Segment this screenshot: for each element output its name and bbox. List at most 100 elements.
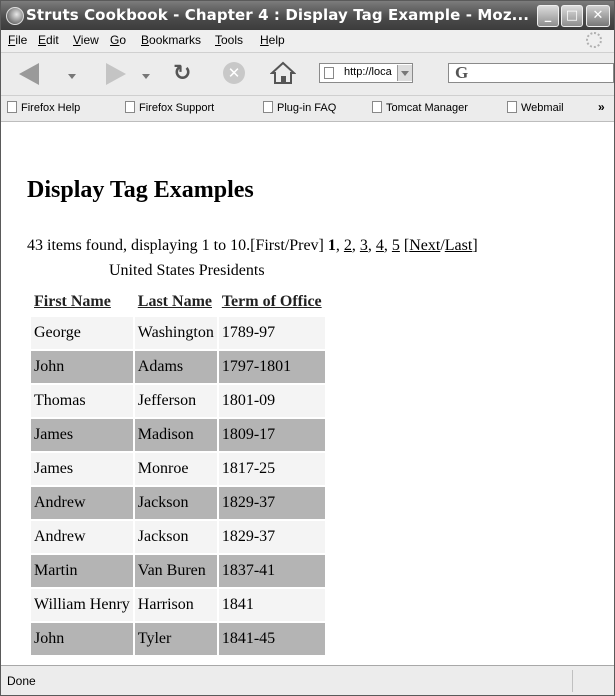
menu-help[interactable]: Help xyxy=(260,33,285,47)
bookmark-plugin-faq[interactable]: Plug-in FAQ xyxy=(263,101,336,114)
firefox-icon xyxy=(6,7,24,25)
cell-term: 1837-41 xyxy=(218,555,325,587)
cell-first-name: James xyxy=(31,453,133,485)
page-icon xyxy=(507,101,517,113)
cell-last-name: Tyler xyxy=(134,623,217,655)
page-link-4[interactable]: 4 xyxy=(376,237,384,254)
back-arrow-icon[interactable] xyxy=(19,63,39,85)
cell-term: 1817-25 xyxy=(218,453,325,485)
table-row: John Adams 1797-1801 xyxy=(31,351,325,383)
bookmark-tomcat-manager[interactable]: Tomcat Manager xyxy=(372,101,468,114)
column-header-term[interactable]: Term of Office xyxy=(219,289,325,315)
bookmark-label: Plug-in FAQ xyxy=(277,102,337,114)
page-content: Display Tag Examples 43 items found, dis… xyxy=(1,122,614,665)
column-header-last-name[interactable]: Last Name xyxy=(135,289,217,315)
first-prev-text: [First/Prev] xyxy=(250,237,324,254)
search-bar[interactable]: G xyxy=(448,63,614,83)
last-link[interactable]: Last xyxy=(445,237,473,254)
cell-first-name: Martin xyxy=(31,555,133,587)
google-search-icon[interactable]: G xyxy=(455,63,468,83)
status-divider xyxy=(572,670,573,692)
navigation-toolbar: ↻ ✕ http://loca G xyxy=(1,53,614,96)
close-icon: ✕ xyxy=(592,8,604,23)
chevron-down-icon xyxy=(401,71,409,76)
bookmark-label: Firefox Support xyxy=(139,102,215,114)
back-history-dropdown-icon[interactable] xyxy=(68,74,76,79)
cell-term: 1829-37 xyxy=(218,487,325,519)
table-row: Andrew Jackson 1829-37 xyxy=(31,521,325,553)
page-title: Display Tag Examples xyxy=(27,177,254,203)
cell-first-name: William Henry xyxy=(31,589,133,621)
forward-history-dropdown-icon[interactable] xyxy=(142,74,150,79)
cell-last-name: Washington xyxy=(134,317,217,349)
menu-tools[interactable]: Tools xyxy=(215,33,243,47)
bookmark-webmail[interactable]: Webmail xyxy=(507,101,564,114)
table-row: Thomas Jefferson 1801-09 xyxy=(31,385,325,417)
cell-term: 1797-1801 xyxy=(218,351,325,383)
bookmarks-toolbar: Firefox Help Firefox Support Plug-in FAQ… xyxy=(1,96,614,122)
page-link-5[interactable]: 5 xyxy=(392,237,400,254)
page-icon xyxy=(263,101,273,113)
page-link-3[interactable]: 3 xyxy=(360,237,368,254)
cell-first-name: Andrew xyxy=(31,487,133,519)
throbber-icon xyxy=(586,32,602,48)
next-link[interactable]: Next xyxy=(409,237,440,254)
page-link-2[interactable]: 2 xyxy=(344,237,352,254)
cell-term: 1789-97 xyxy=(218,317,325,349)
presidents-table: First Name Last Name Term of Office Geor… xyxy=(29,287,327,657)
home-icon[interactable] xyxy=(269,61,297,85)
menu-go[interactable]: Go xyxy=(110,33,126,47)
forward-arrow-icon[interactable] xyxy=(106,63,126,85)
stop-icon[interactable]: ✕ xyxy=(223,62,245,84)
table-row: Martin Van Buren 1837-41 xyxy=(31,555,325,587)
minimize-icon: _ xyxy=(544,8,552,23)
cell-first-name: Thomas xyxy=(31,385,133,417)
menu-bookmarks[interactable]: Bookmarks xyxy=(141,33,201,47)
cell-last-name: Jackson xyxy=(134,487,217,519)
bookmarks-overflow-icon[interactable]: » xyxy=(598,100,605,114)
bookmark-label: Tomcat Manager xyxy=(386,102,468,114)
cell-last-name: Jackson xyxy=(134,521,217,553)
menu-file[interactable]: File xyxy=(8,33,27,47)
window-title: Struts Cookbook - Chapter 4 : Display Ta… xyxy=(26,6,530,24)
table-row: James Madison 1809-17 xyxy=(31,419,325,451)
table-header-row: First Name Last Name Term of Office xyxy=(31,289,325,315)
table-body: George Washington 1789-97 John Adams 1797-180… xyxy=(31,317,325,655)
reload-icon[interactable]: ↻ xyxy=(173,62,191,86)
cell-first-name: John xyxy=(31,351,133,383)
cell-term: 1801-09 xyxy=(218,385,325,417)
current-page: 1 xyxy=(327,237,336,254)
cell-last-name: Monroe xyxy=(134,453,217,485)
url-input[interactable]: http://loca xyxy=(344,66,404,78)
cell-first-name: George xyxy=(31,317,133,349)
close-button[interactable]: ✕ xyxy=(586,5,610,27)
table-row: George Washington 1789-97 xyxy=(31,317,325,349)
maximize-button[interactable]: □ xyxy=(561,5,583,27)
table-row: William Henry Harrison 1841 xyxy=(31,589,325,621)
page-icon xyxy=(7,101,17,113)
column-header-first-name[interactable]: First Name xyxy=(31,289,133,315)
url-history-dropdown[interactable] xyxy=(397,65,412,81)
bookmark-firefox-help[interactable]: Firefox Help xyxy=(7,101,80,114)
table-caption: United States Presidents xyxy=(109,262,265,279)
maximize-icon: □ xyxy=(565,8,579,23)
cell-term: 1841-45 xyxy=(218,623,325,655)
cell-term: 1841 xyxy=(218,589,325,621)
cell-term: 1829-37 xyxy=(218,521,325,553)
table-row: John Tyler 1841-45 xyxy=(31,623,325,655)
page-icon xyxy=(372,101,382,113)
bookmark-firefox-support[interactable]: Firefox Support xyxy=(125,101,214,114)
table-row: Andrew Jackson 1829-37 xyxy=(31,487,325,519)
menu-view[interactable]: View xyxy=(73,33,99,47)
status-bar: Done xyxy=(1,665,614,695)
cell-term: 1809-17 xyxy=(218,419,325,451)
page-icon xyxy=(125,101,135,113)
cell-first-name: James xyxy=(31,419,133,451)
minimize-button[interactable]: _ xyxy=(537,5,559,27)
pagination-banner: 43 items found, displaying 1 to 10.[Firs… xyxy=(27,237,478,254)
bookmark-label: Firefox Help xyxy=(21,102,81,114)
cell-last-name: Adams xyxy=(134,351,217,383)
menu-edit[interactable]: Edit xyxy=(38,33,59,47)
browser-window: Struts Cookbook - Chapter 4 : Display Ta… xyxy=(0,0,615,696)
title-bar: Struts Cookbook - Chapter 4 : Display Ta… xyxy=(1,1,614,30)
